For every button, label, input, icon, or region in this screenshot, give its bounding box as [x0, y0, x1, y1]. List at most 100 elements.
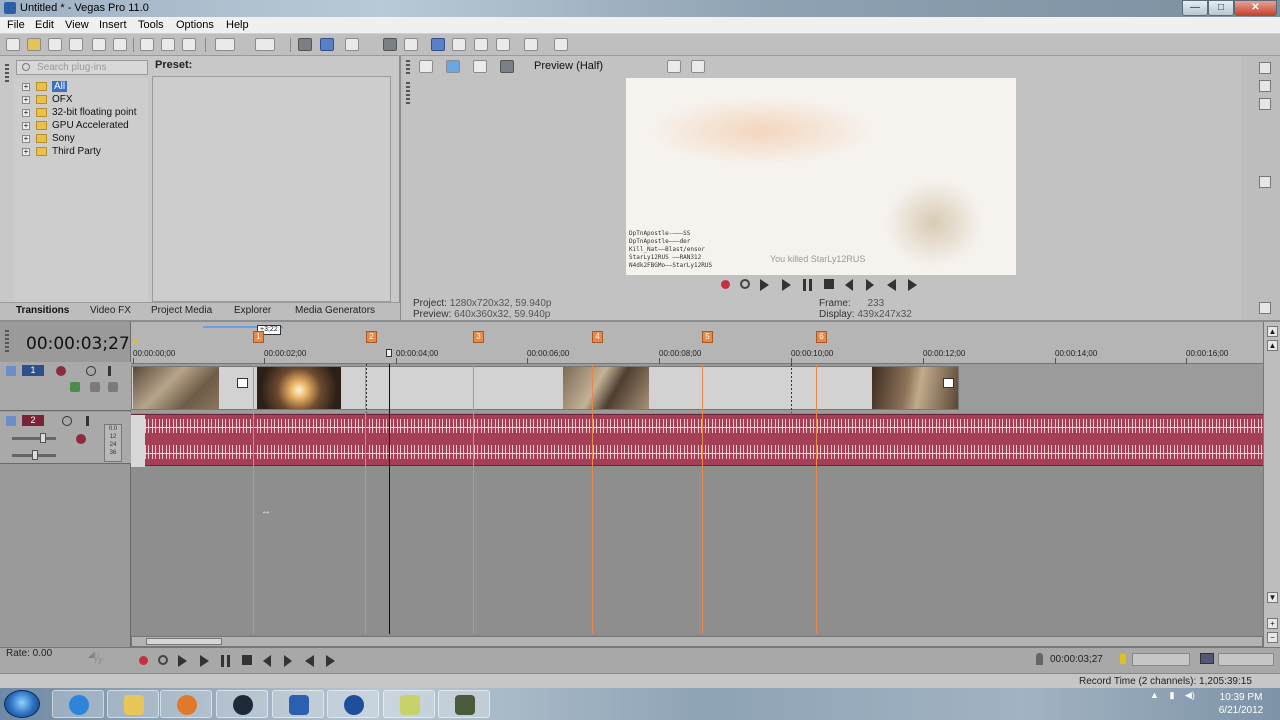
- enable-snapping-icon[interactable]: [524, 38, 538, 51]
- preview-quality-dropdown[interactable]: Preview (Half): [534, 60, 603, 72]
- start-button[interactable]: [4, 690, 40, 718]
- open-icon[interactable]: [27, 38, 41, 51]
- redo-icon[interactable]: [255, 38, 275, 51]
- record-icon[interactable]: [139, 656, 148, 665]
- parent-track-icon[interactable]: [90, 382, 100, 392]
- video-event[interactable]: [131, 366, 959, 410]
- solo-icon[interactable]: [108, 366, 111, 376]
- play-from-start-icon[interactable]: [178, 655, 187, 667]
- preview-properties-icon[interactable]: [419, 60, 433, 73]
- play-from-start-icon[interactable]: [760, 279, 769, 291]
- scroll-down-button[interactable]: ▼: [1267, 592, 1278, 603]
- previous-frame-icon[interactable]: [305, 655, 314, 667]
- go-to-end-icon[interactable]: [284, 655, 292, 667]
- taskbar-skype[interactable]: [327, 690, 379, 718]
- minimize-button[interactable]: —: [1182, 0, 1208, 16]
- undo-icon[interactable]: [215, 38, 235, 51]
- go-to-start-icon[interactable]: [845, 279, 853, 291]
- menu-tools[interactable]: Tools: [138, 19, 164, 31]
- track-motion-icon[interactable]: [56, 366, 66, 376]
- event-fx-icon[interactable]: [943, 378, 954, 388]
- taskbar-clock[interactable]: 10:39 PM 6/21/2012: [1208, 691, 1274, 717]
- zoom-in-button[interactable]: +: [1267, 618, 1278, 629]
- lock-envelopes-icon[interactable]: [383, 38, 397, 51]
- normal-edit-tool-icon[interactable]: [431, 38, 445, 51]
- close-button[interactable]: ✕: [1234, 0, 1277, 16]
- taskbar-notes[interactable]: [383, 690, 435, 718]
- menu-help[interactable]: Help: [226, 19, 249, 31]
- playhead-cursor[interactable]: [389, 364, 390, 634]
- marker-6[interactable]: 6: [816, 331, 827, 343]
- splitter-handle[interactable]: [1259, 176, 1271, 188]
- loop-playback-icon[interactable]: [740, 279, 750, 289]
- menu-options[interactable]: Options: [176, 19, 214, 31]
- ripple-mode-icon[interactable]: [345, 38, 359, 51]
- dock-grip[interactable]: [5, 64, 9, 84]
- next-frame-icon[interactable]: [326, 655, 335, 667]
- expand-icon[interactable]: +: [22, 135, 30, 143]
- tab-transitions[interactable]: Transitions: [16, 305, 69, 316]
- envelope-tool-icon[interactable]: [452, 38, 466, 51]
- scroll-up-button[interactable]: ▲: [1267, 326, 1278, 337]
- properties-icon[interactable]: [113, 38, 127, 51]
- tab-media-generators[interactable]: Media Generators: [295, 305, 375, 316]
- collapse-button[interactable]: [1259, 62, 1271, 74]
- play-icon[interactable]: [200, 655, 209, 667]
- overlays-icon[interactable]: [500, 60, 514, 73]
- taskbar-checkmark-app[interactable]: [272, 690, 324, 718]
- previous-frame-icon[interactable]: [887, 279, 896, 291]
- zoom-out-button[interactable]: −: [1267, 632, 1278, 643]
- composite-mode-icon[interactable]: [70, 382, 80, 392]
- volume-knob[interactable]: [40, 433, 46, 443]
- loop-playback-icon[interactable]: [158, 655, 168, 665]
- dock-grip[interactable]: [5, 330, 9, 352]
- timecode-display[interactable]: 00:00:03;27: [26, 334, 130, 354]
- timeline-ruler[interactable]: +3;22 1 2 3 4 5 6 00:00:00;00 00:00:02;0…: [131, 322, 1263, 364]
- search-plugins-input[interactable]: Search plug-ins: [16, 60, 148, 75]
- stop-icon[interactable]: [242, 655, 252, 665]
- render-icon[interactable]: [92, 38, 106, 51]
- menu-edit[interactable]: Edit: [35, 19, 54, 31]
- external-monitor-icon[interactable]: [446, 60, 460, 73]
- split-screen-icon[interactable]: [473, 60, 487, 73]
- volume-icon[interactable]: ◀): [1185, 690, 1195, 700]
- snap-icon[interactable]: [298, 38, 312, 51]
- auto-ripple-icon[interactable]: [320, 38, 334, 51]
- network-icon[interactable]: ▮: [1169, 690, 1174, 700]
- maximize-button[interactable]: □: [1208, 0, 1234, 16]
- preset-list[interactable]: [152, 76, 391, 302]
- audio-track-lane[interactable]: [131, 414, 1263, 467]
- marker-4[interactable]: 4: [592, 331, 603, 343]
- save-as-icon[interactable]: [69, 38, 83, 51]
- rate-slider-icon[interactable]: [88, 651, 106, 665]
- tab-video-fx[interactable]: Video FX: [90, 305, 131, 316]
- taskbar-media-player[interactable]: [160, 690, 212, 718]
- menu-view[interactable]: View: [65, 19, 89, 31]
- taskbar-hp[interactable]: [216, 690, 268, 718]
- video-track-header[interactable]: 1: [0, 362, 131, 411]
- selection-tool-icon[interactable]: [474, 38, 488, 51]
- zoom-tool-icon[interactable]: [496, 38, 510, 51]
- horizontal-scrollbar[interactable]: [131, 636, 1263, 647]
- track-expand-icon[interactable]: [6, 366, 16, 376]
- go-to-end-icon[interactable]: [866, 279, 874, 291]
- paste-icon[interactable]: [182, 38, 196, 51]
- menu-insert[interactable]: Insert: [99, 19, 127, 31]
- marker-2[interactable]: 2: [366, 331, 377, 343]
- track-expand-icon[interactable]: [6, 416, 16, 426]
- scroll-up-button[interactable]: ▲: [1267, 340, 1278, 351]
- taskbar-file-explorer[interactable]: [107, 690, 159, 718]
- dock-grip[interactable]: [406, 60, 410, 74]
- taskbar-internet-explorer[interactable]: [52, 690, 104, 718]
- copy-snapshot-icon[interactable]: [667, 60, 681, 73]
- pause-icon[interactable]: [803, 279, 812, 291]
- scroll-button[interactable]: [1259, 98, 1271, 110]
- volume-slider[interactable]: [12, 433, 56, 443]
- marker-3[interactable]: 3: [473, 331, 484, 343]
- tab-explorer[interactable]: Explorer: [234, 305, 271, 316]
- pause-icon[interactable]: [221, 655, 230, 667]
- scrollbar-thumb[interactable]: [146, 638, 222, 645]
- save-icon[interactable]: [48, 38, 62, 51]
- dock-grip[interactable]: [406, 82, 410, 104]
- cursor-timecode[interactable]: 00:00:03;27: [1050, 654, 1103, 665]
